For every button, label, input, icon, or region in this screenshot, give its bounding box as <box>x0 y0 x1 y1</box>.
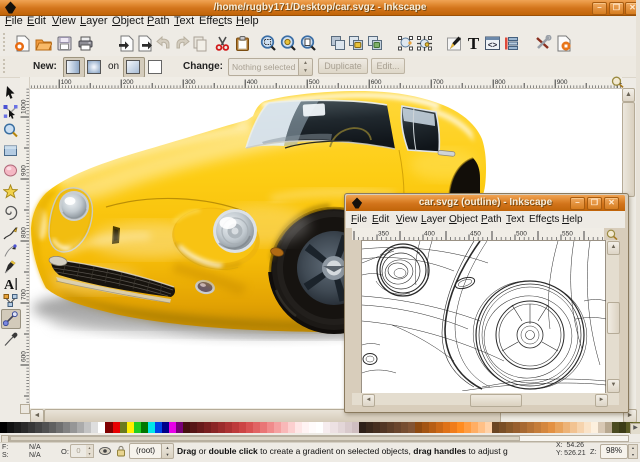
svg-text:100: 100 <box>61 79 72 86</box>
svg-text:T: T <box>468 35 480 52</box>
svg-text:600: 600 <box>371 79 382 86</box>
svg-text:200: 200 <box>123 79 134 86</box>
svg-text:600: 600 <box>21 351 28 362</box>
svg-text:700: 700 <box>21 289 28 300</box>
svg-text:400: 400 <box>247 79 258 86</box>
svg-text:A: A <box>4 278 15 291</box>
svg-text:900: 900 <box>557 79 568 86</box>
svg-text:400: 400 <box>424 231 435 238</box>
svg-text:500: 500 <box>309 79 320 86</box>
svg-text:500: 500 <box>516 231 527 238</box>
svg-text:700: 700 <box>433 79 444 86</box>
svg-text:350: 350 <box>378 231 389 238</box>
svg-text:<>: <> <box>488 41 498 50</box>
svg-text:900: 900 <box>21 165 28 176</box>
svg-text:800: 800 <box>495 79 506 86</box>
svg-text:800: 800 <box>21 227 28 238</box>
svg-text:550: 550 <box>562 231 573 238</box>
svg-text:300: 300 <box>185 79 196 86</box>
svg-text:450: 450 <box>470 231 481 238</box>
svg-text:1000: 1000 <box>21 99 28 114</box>
